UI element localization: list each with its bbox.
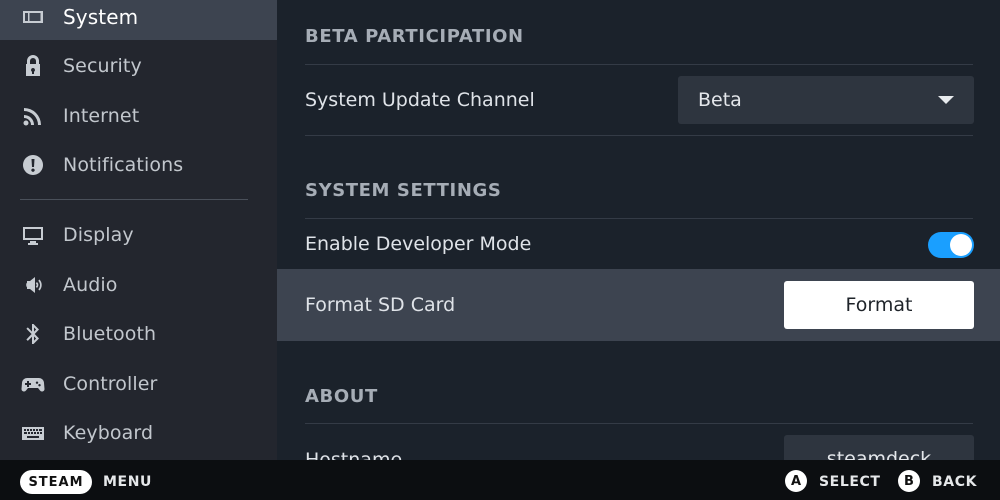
format-sd-label: Format SD Card xyxy=(305,294,456,316)
sidebar-item-label: Internet xyxy=(63,105,140,127)
sidebar-item-label: Controller xyxy=(63,373,158,395)
sidebar-item-audio[interactable]: Audio xyxy=(0,262,277,308)
update-channel-label: System Update Channel xyxy=(305,89,535,111)
system-settings-header: SYSTEM SETTINGS xyxy=(305,180,502,201)
update-channel-dropdown[interactable]: Beta xyxy=(678,76,974,124)
steam-settings-window: System Security Internet Notifications D… xyxy=(0,0,1000,500)
beta-participation-header: BETA PARTICIPATION xyxy=(305,26,524,47)
sidebar-item-label: Display xyxy=(63,224,134,246)
divider xyxy=(305,135,973,136)
sidebar-item-system[interactable]: System xyxy=(0,0,277,40)
sidebar-item-display[interactable]: Display xyxy=(0,212,277,258)
update-channel-value: Beta xyxy=(698,89,742,111)
sidebar-item-controller[interactable]: Controller xyxy=(0,361,277,407)
wifi-signal-icon xyxy=(20,103,46,129)
monitor-icon xyxy=(20,222,46,248)
keyboard-icon xyxy=(20,420,46,446)
sidebar-item-security[interactable]: Security xyxy=(0,43,277,89)
chevron-down-icon xyxy=(938,96,954,104)
hostname-value[interactable]: steamdeck xyxy=(784,435,974,460)
sidebar-item-notifications[interactable]: Notifications xyxy=(0,142,277,188)
developer-mode-label: Enable Developer Mode xyxy=(305,233,532,255)
sidebar-item-internet[interactable]: Internet xyxy=(0,93,277,139)
speaker-icon xyxy=(20,272,46,298)
back-hint-label: BACK xyxy=(932,474,978,490)
sidebar-item-keyboard[interactable]: Keyboard xyxy=(0,410,277,456)
gamepad-icon xyxy=(20,371,46,397)
lock-icon xyxy=(20,53,46,79)
menu-hint-label: MENU xyxy=(103,474,152,490)
sidebar-item-label: Security xyxy=(63,55,142,77)
select-hint-label: SELECT xyxy=(819,474,881,490)
sidebar-divider xyxy=(20,199,248,200)
format-button[interactable]: Format xyxy=(784,281,974,329)
controller-hint-bar: STEAM MENU A SELECT B BACK xyxy=(0,460,1000,500)
steam-button[interactable]: STEAM xyxy=(20,470,92,494)
b-button-icon[interactable]: B xyxy=(898,470,920,492)
sidebar-item-label: Audio xyxy=(63,274,118,296)
system-icon xyxy=(20,4,46,30)
about-header: ABOUT xyxy=(305,386,378,407)
sidebar-item-bluetooth[interactable]: Bluetooth xyxy=(0,311,277,357)
toggle-knob xyxy=(950,234,972,256)
settings-sidebar: System Security Internet Notifications D… xyxy=(0,0,277,460)
divider xyxy=(305,64,973,65)
divider xyxy=(305,423,973,424)
settings-main-panel: BETA PARTICIPATION System Update Channel… xyxy=(277,0,1000,460)
developer-mode-toggle[interactable] xyxy=(928,232,974,258)
sidebar-item-label: Keyboard xyxy=(63,422,154,444)
hostname-label: Hostname xyxy=(305,449,403,460)
divider xyxy=(305,218,973,219)
sidebar-item-label: Bluetooth xyxy=(63,323,157,345)
sidebar-item-label: System xyxy=(63,5,139,29)
a-button-icon[interactable]: A xyxy=(785,470,807,492)
alert-icon xyxy=(20,152,46,178)
bluetooth-icon xyxy=(20,321,46,347)
sidebar-item-label: Notifications xyxy=(63,154,184,176)
